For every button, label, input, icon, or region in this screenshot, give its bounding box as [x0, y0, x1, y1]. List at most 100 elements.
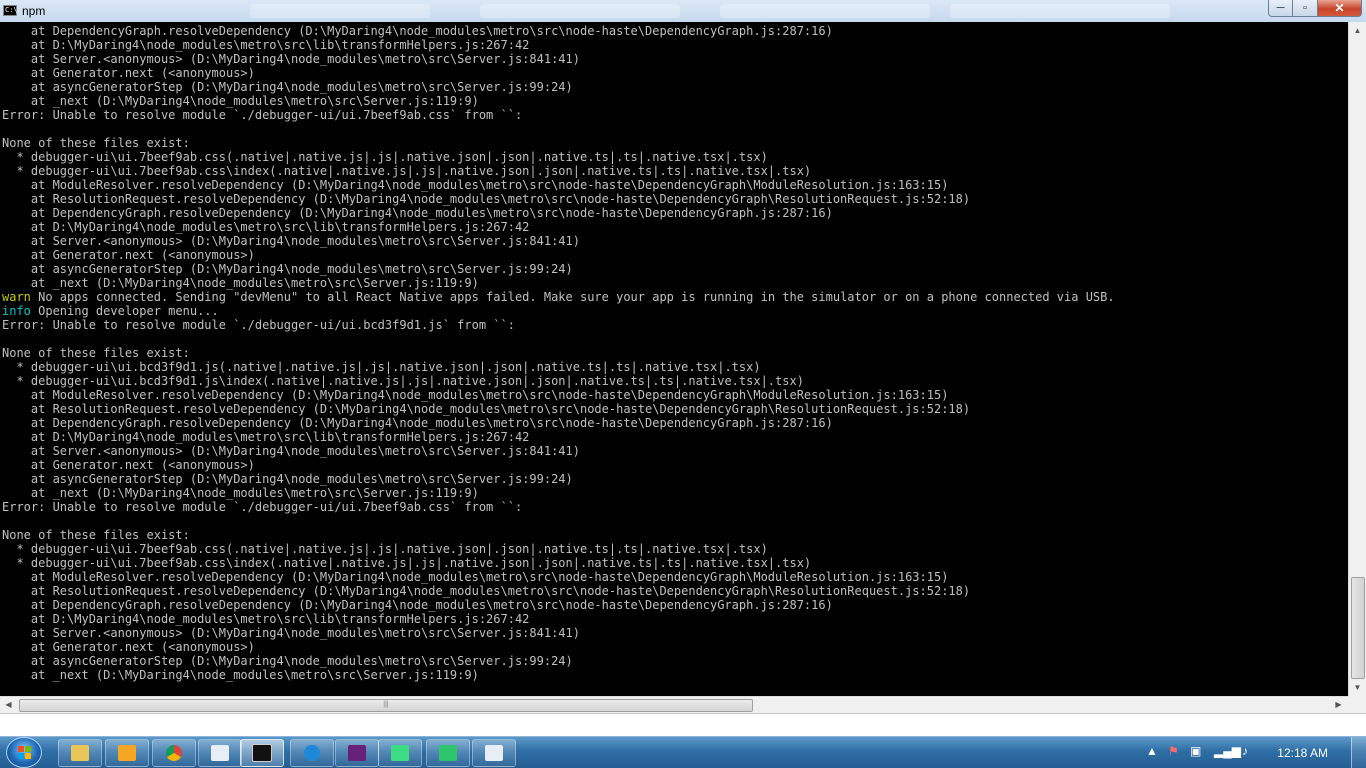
console-line: at DependencyGraph.resolveDependency (D:…	[2, 598, 1348, 612]
horizontal-scroll-thumb[interactable]: |||	[19, 699, 753, 712]
console-line: at _next (D:\MyDaring4\node_modules\metr…	[2, 668, 1348, 682]
media-player-icon	[118, 745, 136, 761]
command-prompt-icon[interactable]: C:\	[3, 5, 18, 16]
console-line: * debugger-ui\ui.7beef9ab.css\index(.nat…	[2, 556, 1348, 570]
console-line-text: at asyncGeneratorStep (D:\MyDaring4\node…	[2, 80, 573, 94]
console-line-text: at _next (D:\MyDaring4\node_modules\metr…	[2, 276, 479, 290]
console-line-text: at ResolutionRequest.resolveDependency (…	[2, 192, 971, 206]
console-line: None of these files exist:	[2, 136, 1348, 150]
window-icon	[211, 745, 229, 761]
system-clock[interactable]: 12:18 AM	[1277, 746, 1328, 760]
taskbar-button-cmd[interactable]	[240, 739, 284, 767]
console-line-text: at DependencyGraph.resolveDependency (D:…	[2, 206, 833, 220]
console-line-text: None of these files exist:	[2, 346, 190, 360]
vertical-scroll-thumb[interactable]	[1351, 577, 1365, 679]
taskbar-button-window[interactable]	[198, 739, 242, 767]
console-text: at DependencyGraph.resolveDependency (D:…	[0, 22, 1348, 682]
console-line-text: Error: Unable to resolve module `./debug…	[2, 318, 515, 332]
console-line-text: * debugger-ui\ui.7beef9ab.css(.native|.n…	[2, 150, 768, 164]
minimize-button[interactable]: ─	[1268, 0, 1293, 17]
console-line: * debugger-ui\ui.7beef9ab.css\index(.nat…	[2, 164, 1348, 178]
scroll-down-arrow-icon[interactable]: ▼	[1349, 679, 1366, 696]
console-line-text: at Generator.next (<anonymous>)	[2, 248, 255, 262]
console-line: * debugger-ui\ui.bcd3f9d1.js(.native|.na…	[2, 360, 1348, 374]
taskbar-button-android-studio[interactable]	[378, 739, 422, 767]
console-line-text: at Server.<anonymous> (D:\MyDaring4\node…	[2, 626, 580, 640]
log-level-warn: warn	[2, 290, 31, 304]
console-line: at Server.<anonymous> (D:\MyDaring4\node…	[2, 444, 1348, 458]
console-line: at Generator.next (<anonymous>)	[2, 248, 1348, 262]
system-tray: ▲ ⚑ ▣ ▂▄▆ ♪ 12:18 AM	[1146, 737, 1366, 768]
device-icon	[439, 745, 457, 761]
scroll-up-arrow-icon[interactable]: ▲	[1349, 22, 1366, 39]
console-output[interactable]: at DependencyGraph.resolveDependency (D:…	[0, 22, 1348, 696]
taskbar-button-chrome[interactable]	[152, 739, 196, 767]
maximize-button[interactable]: ▫	[1293, 0, 1318, 17]
console-line: at D:\MyDaring4\node_modules\metro\src\l…	[2, 430, 1348, 444]
taskbar-button-window2[interactable]	[472, 739, 516, 767]
console-line: Error: Unable to resolve module `./debug…	[2, 500, 1348, 514]
console-line: at ModuleResolver.resolveDependency (D:\…	[2, 388, 1348, 402]
taskbar-button-device-manager[interactable]	[426, 739, 470, 767]
console-line: at Server.<anonymous> (D:\MyDaring4\node…	[2, 52, 1348, 66]
console-line: at Generator.next (<anonymous>)	[2, 640, 1348, 654]
console-line-text: * debugger-ui\ui.7beef9ab.css\index(.nat…	[2, 556, 812, 570]
safely-remove-icon[interactable]: ▣	[1190, 744, 1201, 758]
show-desktop-button[interactable]	[1351, 737, 1366, 768]
console-line-text: at Server.<anonymous> (D:\MyDaring4\node…	[2, 444, 580, 458]
chrome-icon	[166, 745, 182, 761]
android-icon	[391, 745, 409, 761]
console-window[interactable]: C:\ npm ─ ▫ ✕ at DependencyGraph.resolve…	[0, 0, 1366, 736]
vertical-scrollbar[interactable]: ▲ ▼	[1348, 22, 1366, 696]
console-line-text: Opening developer menu...	[30, 304, 219, 318]
show-hidden-icons-icon[interactable]: ▲	[1146, 744, 1158, 758]
start-button[interactable]	[6, 737, 42, 768]
window-bottom-frame	[0, 713, 1366, 736]
console-line: at DependencyGraph.resolveDependency (D:…	[2, 24, 1348, 38]
console-line-text: at D:\MyDaring4\node_modules\metro\src\l…	[2, 612, 530, 626]
title-bar[interactable]: C:\ npm ─ ▫ ✕	[0, 0, 1366, 22]
console-line-text: at DependencyGraph.resolveDependency (D:…	[2, 598, 833, 612]
console-line: * debugger-ui\ui.bcd3f9d1.js\index(.nati…	[2, 374, 1348, 388]
console-line-text: at _next (D:\MyDaring4\node_modules\metr…	[2, 94, 479, 108]
taskbar-button-edge[interactable]	[290, 739, 334, 767]
console-line-text: at ModuleResolver.resolveDependency (D:\…	[2, 570, 949, 584]
console-line-text: * debugger-ui\ui.bcd3f9d1.js(.native|.na…	[2, 360, 761, 374]
console-line: at DependencyGraph.resolveDependency (D:…	[2, 206, 1348, 220]
console-line-text: at Generator.next (<anonymous>)	[2, 458, 255, 472]
console-line: * debugger-ui\ui.7beef9ab.css(.native|.n…	[2, 150, 1348, 164]
console-line: at _next (D:\MyDaring4\node_modules\metr…	[2, 94, 1348, 108]
console-line: at ResolutionRequest.resolveDependency (…	[2, 192, 1348, 206]
horizontal-scrollbar[interactable]: ◀ ||| ▶	[0, 696, 1348, 713]
windows-logo-yellow	[25, 753, 31, 759]
taskbar-button-media-player[interactable]	[105, 739, 149, 767]
action-center-icon[interactable]: ⚑	[1168, 744, 1179, 758]
window-controls: ─ ▫ ✕	[1268, 0, 1362, 18]
close-button[interactable]: ✕	[1318, 0, 1362, 17]
console-line-text: at D:\MyDaring4\node_modules\metro\src\l…	[2, 430, 530, 444]
window-title: npm	[22, 4, 46, 18]
console-line: at ResolutionRequest.resolveDependency (…	[2, 584, 1348, 598]
taskbar-button-explorer[interactable]	[58, 739, 102, 767]
console-line-text: at Generator.next (<anonymous>)	[2, 640, 255, 654]
window-icon	[485, 745, 503, 761]
console-line: at asyncGeneratorStep (D:\MyDaring4\node…	[2, 80, 1348, 94]
taskbar: ▲ ⚑ ▣ ▂▄▆ ♪ 12:18 AM	[0, 736, 1366, 768]
console-line-text: at ModuleResolver.resolveDependency (D:\…	[2, 388, 949, 402]
scroll-left-arrow-icon[interactable]: ◀	[0, 697, 17, 713]
network-signal-icon[interactable]: ▂▄▆	[1214, 744, 1241, 758]
console-line: at asyncGeneratorStep (D:\MyDaring4\node…	[2, 262, 1348, 276]
console-line-text: at asyncGeneratorStep (D:\MyDaring4\node…	[2, 472, 573, 486]
console-line: at _next (D:\MyDaring4\node_modules\metr…	[2, 486, 1348, 500]
console-line: at D:\MyDaring4\node_modules\metro\src\l…	[2, 220, 1348, 234]
taskbar-button-visual-studio[interactable]	[335, 739, 379, 767]
scroll-right-arrow-icon[interactable]: ▶	[1330, 697, 1347, 713]
visual-studio-icon	[348, 745, 366, 761]
volume-icon[interactable]: ♪	[1242, 744, 1248, 758]
console-line: * debugger-ui\ui.7beef9ab.css(.native|.n…	[2, 542, 1348, 556]
windows-logo-blue	[18, 753, 24, 759]
console-line: at Server.<anonymous> (D:\MyDaring4\node…	[2, 626, 1348, 640]
console-line: at D:\MyDaring4\node_modules\metro\src\l…	[2, 612, 1348, 626]
console-line-text: None of these files exist:	[2, 136, 190, 150]
